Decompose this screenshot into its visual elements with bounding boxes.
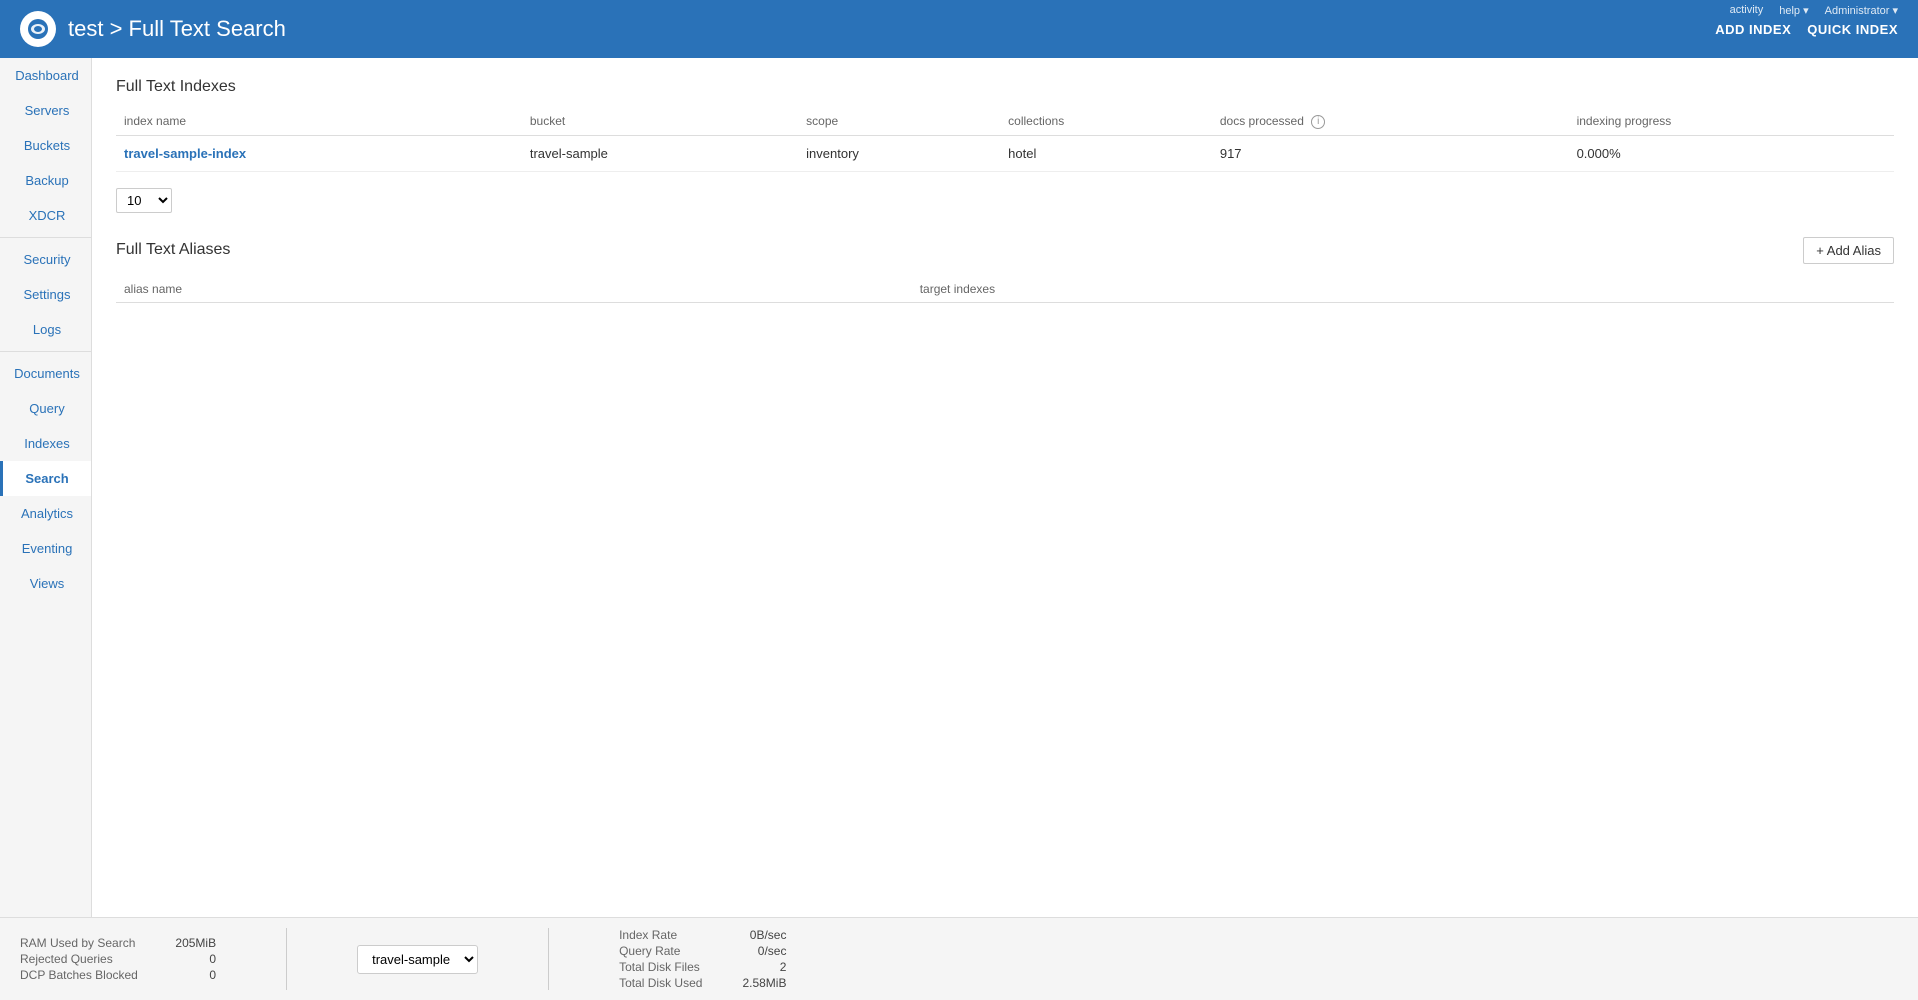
footer-stat-ram: RAM Used by Search 205MiB	[20, 936, 216, 950]
sidebar-item-indexes[interactable]: Indexes	[0, 426, 91, 461]
indexes-table: index name bucket scope collections docs…	[116, 108, 1894, 172]
col-header-alias-name: alias name	[116, 276, 912, 303]
sidebar-item-settings[interactable]: Settings	[0, 277, 91, 312]
ram-stat-label: RAM Used by Search	[20, 936, 135, 950]
col-header-target-indexes: target indexes	[912, 276, 1894, 303]
footer-stat-rejected: Rejected Queries 0	[20, 952, 216, 966]
index-name-cell[interactable]: travel-sample-index	[116, 135, 522, 171]
sidebar: Dashboard Servers Buckets Backup XDCR Se…	[0, 58, 92, 917]
disk-files-value: 2	[780, 960, 787, 974]
sidebar-divider-2	[0, 351, 91, 352]
bucket-cell: travel-sample	[522, 135, 798, 171]
footer-stat-index-rate: Index Rate 0B/sec	[619, 928, 786, 942]
help-link[interactable]: help ▾	[1779, 4, 1808, 17]
disk-used-label: Total Disk Used	[619, 976, 702, 990]
footer-stat-disk-files: Total Disk Files 2	[619, 960, 786, 974]
main-content: Full Text Indexes index name bucket scop…	[92, 58, 1918, 917]
index-rate-label: Index Rate	[619, 928, 677, 942]
disk-used-value: 2.58MiB	[742, 976, 786, 990]
layout: Dashboard Servers Buckets Backup XDCR Se…	[0, 58, 1918, 917]
sidebar-item-views[interactable]: Views	[0, 566, 91, 601]
index-rate-value: 0B/sec	[750, 928, 787, 942]
footer-stat-disk-used: Total Disk Used 2.58MiB	[619, 976, 786, 990]
sidebar-divider-1	[0, 237, 91, 238]
col-header-bucket: bucket	[522, 108, 798, 135]
sidebar-item-servers[interactable]: Servers	[0, 93, 91, 128]
header-left: test > Full Text Search	[20, 11, 286, 47]
sidebar-item-analytics[interactable]: Analytics	[0, 496, 91, 531]
header: activity help ▾ Administrator ▾ test > F…	[0, 0, 1918, 58]
aliases-header: Full Text Aliases + Add Alias	[116, 237, 1894, 264]
query-rate-label: Query Rate	[619, 944, 680, 958]
ram-stat-value: 205MiB	[175, 936, 216, 950]
header-top-links: activity help ▾ Administrator ▾	[1730, 4, 1898, 17]
app-logo	[20, 11, 56, 47]
disk-files-label: Total Disk Files	[619, 960, 700, 974]
sidebar-item-security[interactable]: Security	[0, 242, 91, 277]
pagination-control: 10 25 50 100	[116, 188, 1894, 213]
collections-cell: hotel	[1000, 135, 1212, 171]
col-header-index-name: index name	[116, 108, 522, 135]
table-row: travel-sample-index travel-sample invent…	[116, 135, 1894, 171]
sidebar-item-buckets[interactable]: Buckets	[0, 128, 91, 163]
footer-bucket-select: travel-sample	[357, 945, 478, 974]
sidebar-item-query[interactable]: Query	[0, 391, 91, 426]
administrator-link[interactable]: Administrator ▾	[1825, 4, 1898, 17]
sidebar-item-documents[interactable]: Documents	[0, 356, 91, 391]
add-index-button[interactable]: ADD INDEX	[1715, 22, 1791, 37]
scope-cell: inventory	[798, 135, 1000, 171]
activity-link[interactable]: activity	[1730, 4, 1764, 17]
header-actions: ADD INDEX QUICK INDEX	[1715, 22, 1898, 37]
footer: RAM Used by Search 205MiB Rejected Queri…	[0, 917, 1918, 1000]
col-header-scope: scope	[798, 108, 1000, 135]
col-header-indexing-progress: indexing progress	[1569, 108, 1894, 135]
full-text-aliases-title: Full Text Aliases	[116, 241, 230, 259]
add-alias-button[interactable]: + Add Alias	[1803, 237, 1894, 264]
sidebar-item-dashboard[interactable]: Dashboard	[0, 58, 91, 93]
sidebar-item-xdcr[interactable]: XDCR	[0, 198, 91, 233]
footer-stat-query-rate: Query Rate 0/sec	[619, 944, 786, 958]
page-breadcrumb: test > Full Text Search	[68, 16, 286, 42]
quick-index-button[interactable]: QUICK INDEX	[1807, 22, 1898, 37]
footer-left-stats: RAM Used by Search 205MiB Rejected Queri…	[20, 936, 216, 982]
sidebar-item-backup[interactable]: Backup	[0, 163, 91, 198]
docs-processed-cell: 917	[1212, 135, 1569, 171]
docs-processed-info-icon[interactable]: i	[1311, 115, 1325, 129]
pagination-select[interactable]: 10 25 50 100	[116, 188, 172, 213]
footer-divider	[286, 928, 287, 990]
footer-divider-2	[548, 928, 549, 990]
query-rate-value: 0/sec	[758, 944, 787, 958]
footer-stat-dcp: DCP Batches Blocked 0	[20, 968, 216, 982]
rejected-stat-label: Rejected Queries	[20, 952, 113, 966]
col-header-collections: collections	[1000, 108, 1212, 135]
sidebar-item-search[interactable]: Search	[0, 461, 91, 496]
indexing-progress-cell: 0.000%	[1569, 135, 1894, 171]
dcp-stat-value: 0	[209, 968, 216, 982]
sidebar-item-logs[interactable]: Logs	[0, 312, 91, 347]
bucket-dropdown[interactable]: travel-sample	[357, 945, 478, 974]
sidebar-item-eventing[interactable]: Eventing	[0, 531, 91, 566]
dcp-stat-label: DCP Batches Blocked	[20, 968, 138, 982]
rejected-stat-value: 0	[209, 952, 216, 966]
full-text-indexes-title: Full Text Indexes	[116, 78, 1894, 96]
aliases-table: alias name target indexes	[116, 276, 1894, 303]
col-header-docs-processed: docs processed i	[1212, 108, 1569, 135]
footer-right-stats: Index Rate 0B/sec Query Rate 0/sec Total…	[619, 928, 786, 990]
